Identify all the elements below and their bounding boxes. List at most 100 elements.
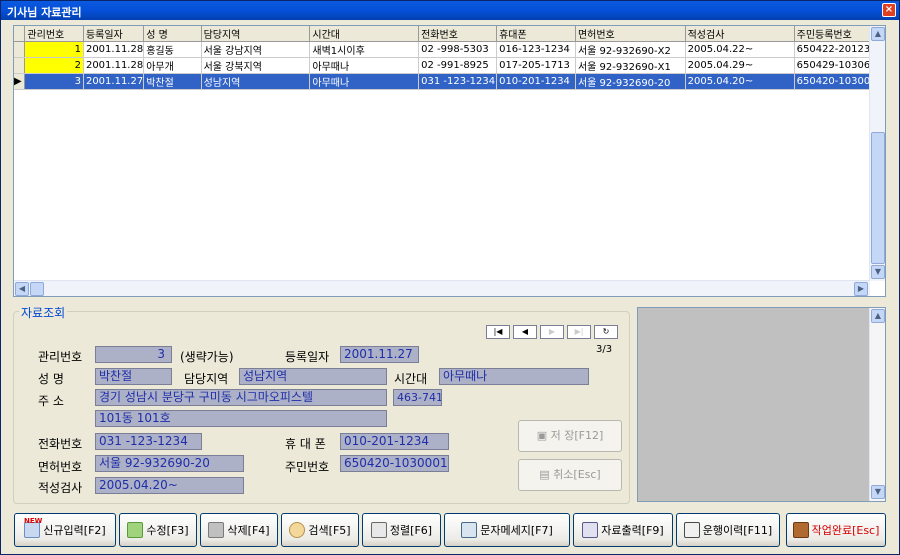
name-field[interactable]: 박찬절 <box>95 368 172 385</box>
history-button[interactable]: 운행이력[F11] <box>676 513 780 547</box>
sort-button[interactable]: 정렬[F6] <box>362 513 441 547</box>
label-id: 관리번호 <box>38 350 83 364</box>
delete-button[interactable]: 삭제[F4] <box>200 513 278 547</box>
cancel-button[interactable]: ▤ 취소[Esc] <box>518 459 622 491</box>
license-field[interactable]: 서울 92-932690-20 <box>95 455 244 472</box>
cell[interactable]: 박찬절 <box>143 73 202 90</box>
column-header[interactable]: 등록일자 <box>83 26 145 42</box>
sms-button[interactable]: 문자메세지[F7] <box>444 513 570 547</box>
horizontal-scroll-thumb[interactable] <box>30 282 44 296</box>
cell[interactable]: 서울 92-932690-20 <box>575 73 686 90</box>
cell[interactable]: 010-201-1234 <box>496 73 576 90</box>
cell[interactable]: 서울 강북지역 <box>201 57 311 74</box>
cell[interactable]: 031 -123-1234 <box>418 73 498 90</box>
cell[interactable]: 아무개 <box>143 57 202 74</box>
cell[interactable]: 2005.04.22~ <box>685 41 795 58</box>
cell[interactable]: 3 <box>24 73 84 90</box>
record-table: 관리번호 등록일자 성 명 담당지역 시간대 전화번호 휴대폰 면허번호 적성검… <box>14 26 885 90</box>
clipboard-icon <box>683 522 700 538</box>
cell[interactable]: 서울 강남지역 <box>201 41 311 58</box>
cell[interactable]: 홍길동 <box>143 41 202 58</box>
cell[interactable]: 2 <box>24 57 84 74</box>
title-bar: 기사님 자료관리 × <box>1 1 899 20</box>
column-header[interactable]: 적성검사 <box>685 26 795 42</box>
mobile-field[interactable]: 010-201-1234 <box>340 433 449 450</box>
row-indicator[interactable] <box>14 41 26 58</box>
cell[interactable]: 02 -998-5303 <box>418 41 498 58</box>
close-button[interactable]: × <box>882 3 896 17</box>
next-record-icon[interactable]: ▶ <box>540 325 564 339</box>
column-header[interactable]: 관리번호 <box>24 26 84 42</box>
scroll-up-icon[interactable]: ▲ <box>871 27 885 41</box>
table-row[interactable]: 1 2001.11.28 홍길동 서울 강남지역 새벽1시이후 02 -998-… <box>14 41 885 58</box>
area-field[interactable]: 성남지역 <box>239 368 387 385</box>
column-header[interactable]: 시간대 <box>309 26 420 42</box>
edit-icon <box>127 522 144 538</box>
print-button[interactable]: 자료출력[F9] <box>573 513 673 547</box>
cell[interactable]: 아무때나 <box>309 73 420 90</box>
new-entry-button[interactable]: NEW 신규입력[F2] <box>14 513 116 547</box>
cell[interactable]: 새벽1시이후 <box>309 41 420 58</box>
cell[interactable]: 서울 92-932690-X1 <box>575 57 686 74</box>
row-indicator[interactable] <box>14 57 26 74</box>
column-header[interactable]: 휴대폰 <box>496 26 576 42</box>
prev-record-icon[interactable]: ◀ <box>513 325 537 339</box>
id-field[interactable]: 3 <box>95 346 172 363</box>
current-row-arrow-icon[interactable]: ▶ <box>14 73 26 90</box>
sms-label: 문자메세지[F7] <box>480 524 553 537</box>
label-mobile: 휴 대 폰 <box>285 437 326 451</box>
cell[interactable]: 2005.04.29~ <box>685 57 795 74</box>
column-header[interactable]: 전화번호 <box>418 26 498 42</box>
time-field[interactable]: 아무때나 <box>439 368 589 385</box>
print-label: 자료출력[F9] <box>601 524 664 537</box>
cell[interactable]: 성남지역 <box>201 73 311 90</box>
cell[interactable]: 2005.04.20~ <box>685 73 795 90</box>
label-area: 담당지역 <box>184 372 229 386</box>
cell[interactable]: 1 <box>24 41 84 58</box>
trash-icon <box>208 522 225 538</box>
memo-area[interactable]: ▲ ▼ <box>637 307 886 502</box>
table-row[interactable]: 2 2001.11.28 아무개 서울 강북지역 아무때나 02 -991-89… <box>14 57 885 74</box>
scroll-down-icon[interactable]: ▼ <box>871 265 885 279</box>
address-detail-field[interactable]: 101동 101호 <box>95 410 387 427</box>
vertical-scrollbar[interactable]: ▲ ▼ <box>869 26 885 281</box>
regdate-field[interactable]: 2001.11.27 <box>340 346 419 363</box>
corner-cell <box>14 26 26 42</box>
scroll-left-icon[interactable]: ◀ <box>15 282 29 296</box>
printer-icon <box>582 522 599 538</box>
memo-scrollbar[interactable]: ▲ ▼ <box>869 308 885 501</box>
address-field[interactable]: 경기 성남시 분당구 구미동 시그마오피스텔 <box>95 389 387 406</box>
history-label: 운행이력[F11] <box>702 524 773 537</box>
phone-field[interactable]: 031 -123-1234 <box>95 433 202 450</box>
edit-button[interactable]: 수정[F3] <box>119 513 197 547</box>
horizontal-scrollbar[interactable]: ◀ ▶ <box>14 280 870 296</box>
record-grid[interactable]: 관리번호 등록일자 성 명 담당지역 시간대 전화번호 휴대폰 면허번호 적성검… <box>13 25 886 297</box>
scroll-up-icon[interactable]: ▲ <box>871 309 885 323</box>
cell[interactable]: 017-205-1713 <box>496 57 576 74</box>
column-header[interactable]: 담당지역 <box>201 26 311 42</box>
ssn-field[interactable]: 650420-1030001 <box>340 455 449 472</box>
cell[interactable]: 서울 92-932690-X2 <box>575 41 686 58</box>
table-row-selected[interactable]: ▶ 3 2001.11.27 박찬절 성남지역 아무때나 031 -123-12… <box>14 73 885 90</box>
column-header[interactable]: 면허번호 <box>575 26 686 42</box>
column-header[interactable]: 성 명 <box>143 26 202 42</box>
cell[interactable]: 아무때나 <box>309 57 420 74</box>
save-button[interactable]: ▣ 저 장[F12] <box>518 420 622 452</box>
scroll-right-icon[interactable]: ▶ <box>854 282 868 296</box>
scroll-down-icon[interactable]: ▼ <box>871 485 885 499</box>
cancel-label: 취소[Esc] <box>553 468 601 481</box>
cell[interactable]: 02 -991-8925 <box>418 57 498 74</box>
cell[interactable]: 2001.11.28 <box>83 57 145 74</box>
label-phone: 전화번호 <box>38 437 83 451</box>
cell[interactable]: 2001.11.28 <box>83 41 145 58</box>
first-record-icon[interactable]: |◀ <box>486 325 510 339</box>
last-record-icon[interactable]: ▶| <box>567 325 591 339</box>
refresh-icon[interactable]: ↻ <box>594 325 618 339</box>
aptitude-field[interactable]: 2005.04.20~ <box>95 477 244 494</box>
cell[interactable]: 016-123-1234 <box>496 41 576 58</box>
done-button[interactable]: 작업완료[Esc] <box>786 513 886 547</box>
cell[interactable]: 2001.11.27 <box>83 73 145 90</box>
vertical-scroll-thumb[interactable] <box>871 132 885 264</box>
zip-field[interactable]: 463-741 <box>393 389 442 406</box>
search-button[interactable]: 검색[F5] <box>281 513 359 547</box>
